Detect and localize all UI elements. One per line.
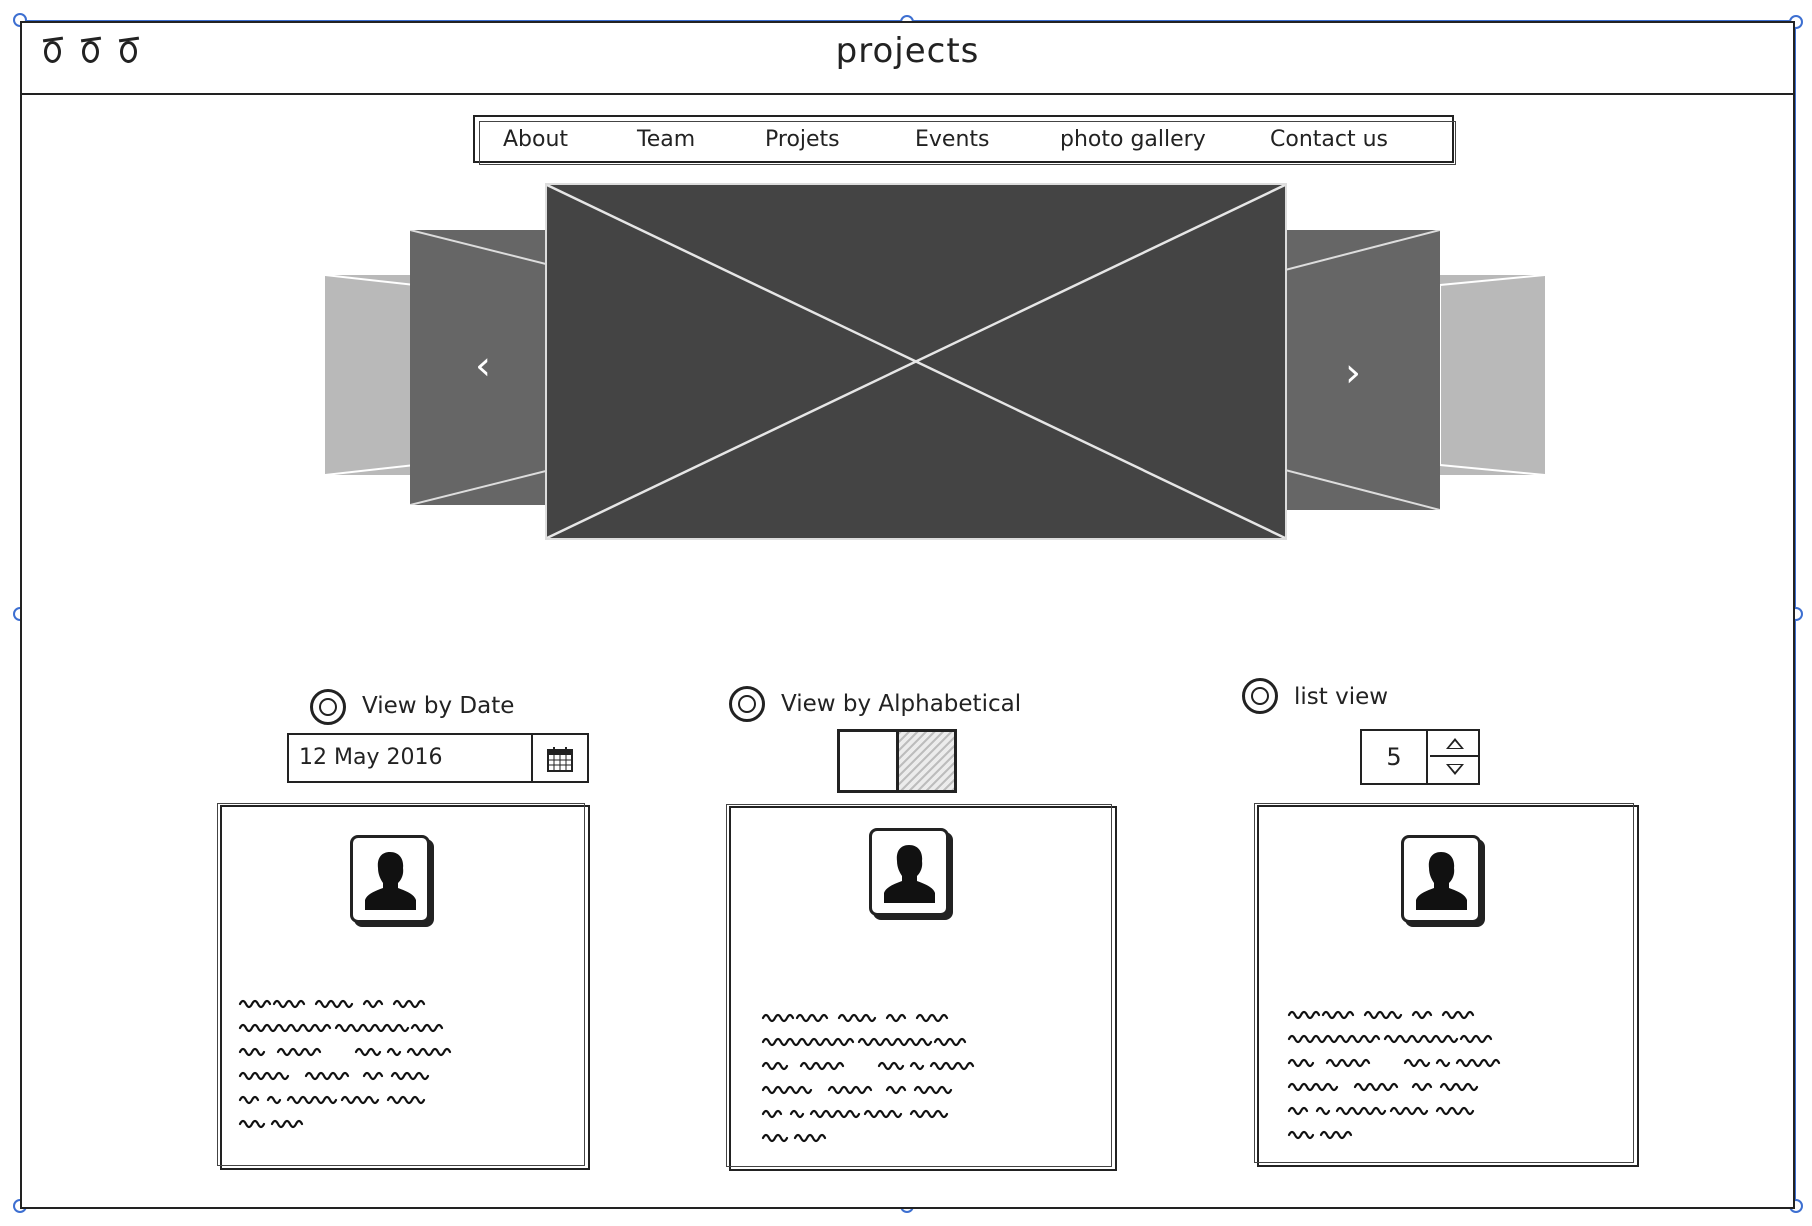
project-card[interactable] [1254, 803, 1639, 1167]
user-silhouette-icon [1416, 852, 1467, 910]
list-count-stepper[interactable]: 5 [1360, 729, 1480, 785]
user-silhouette-icon [884, 845, 935, 903]
carousel-slide-far-left[interactable] [325, 275, 415, 475]
arrow-down-icon [1446, 764, 1464, 775]
title-bar: projects [22, 23, 1793, 95]
placeholder-text [238, 999, 452, 1129]
stepper-up-button[interactable] [1430, 731, 1480, 757]
view-by-date-label: View by Date [362, 693, 515, 719]
project-card[interactable] [726, 804, 1117, 1171]
project-card[interactable] [217, 803, 590, 1170]
avatar [1401, 835, 1481, 923]
view-by-date-radio[interactable] [310, 689, 346, 725]
placeholder-text [761, 1013, 975, 1143]
view-by-alphabetical-label: View by Alphabetical [781, 691, 1022, 717]
calendar-button[interactable] [531, 735, 587, 781]
avatar [869, 828, 949, 916]
nav-item-photo-gallery[interactable]: photo gallery [1060, 127, 1206, 152]
window-title: projects [835, 31, 980, 71]
stepper-value[interactable]: 5 [1362, 731, 1428, 783]
toggle-knob [896, 732, 954, 790]
carousel-next-button[interactable]: › [1345, 353, 1361, 393]
view-by-alphabetical-radio[interactable] [729, 686, 765, 722]
avatar [350, 835, 430, 923]
carousel-prev-button[interactable]: ‹ [475, 346, 491, 386]
nav-item-events[interactable]: Events [915, 127, 990, 152]
arrow-up-icon [1446, 738, 1464, 749]
list-view-radio[interactable] [1242, 678, 1278, 714]
placeholder-text [1287, 1010, 1501, 1140]
nav-item-team[interactable]: Team [637, 127, 695, 152]
list-view-label: list view [1294, 684, 1389, 710]
nav-item-projets[interactable]: Projets [765, 127, 840, 152]
stepper-down-button[interactable] [1430, 758, 1480, 784]
date-picker-field[interactable]: 12 May 2016 [287, 733, 589, 783]
carousel-slide-main[interactable] [545, 183, 1287, 540]
nav-item-about[interactable]: About [503, 127, 568, 152]
carousel-slide-right[interactable] [1285, 230, 1440, 510]
date-value[interactable]: 12 May 2016 [299, 745, 442, 770]
calendar-icon [547, 747, 573, 772]
user-silhouette-icon [365, 852, 416, 910]
carousel-slide-far-right[interactable] [1440, 275, 1545, 475]
alphabetical-toggle[interactable] [837, 729, 957, 793]
nav-item-contact-us[interactable]: Contact us [1270, 127, 1388, 152]
main-nav: About Team Projets Events photo gallery … [473, 115, 1456, 165]
